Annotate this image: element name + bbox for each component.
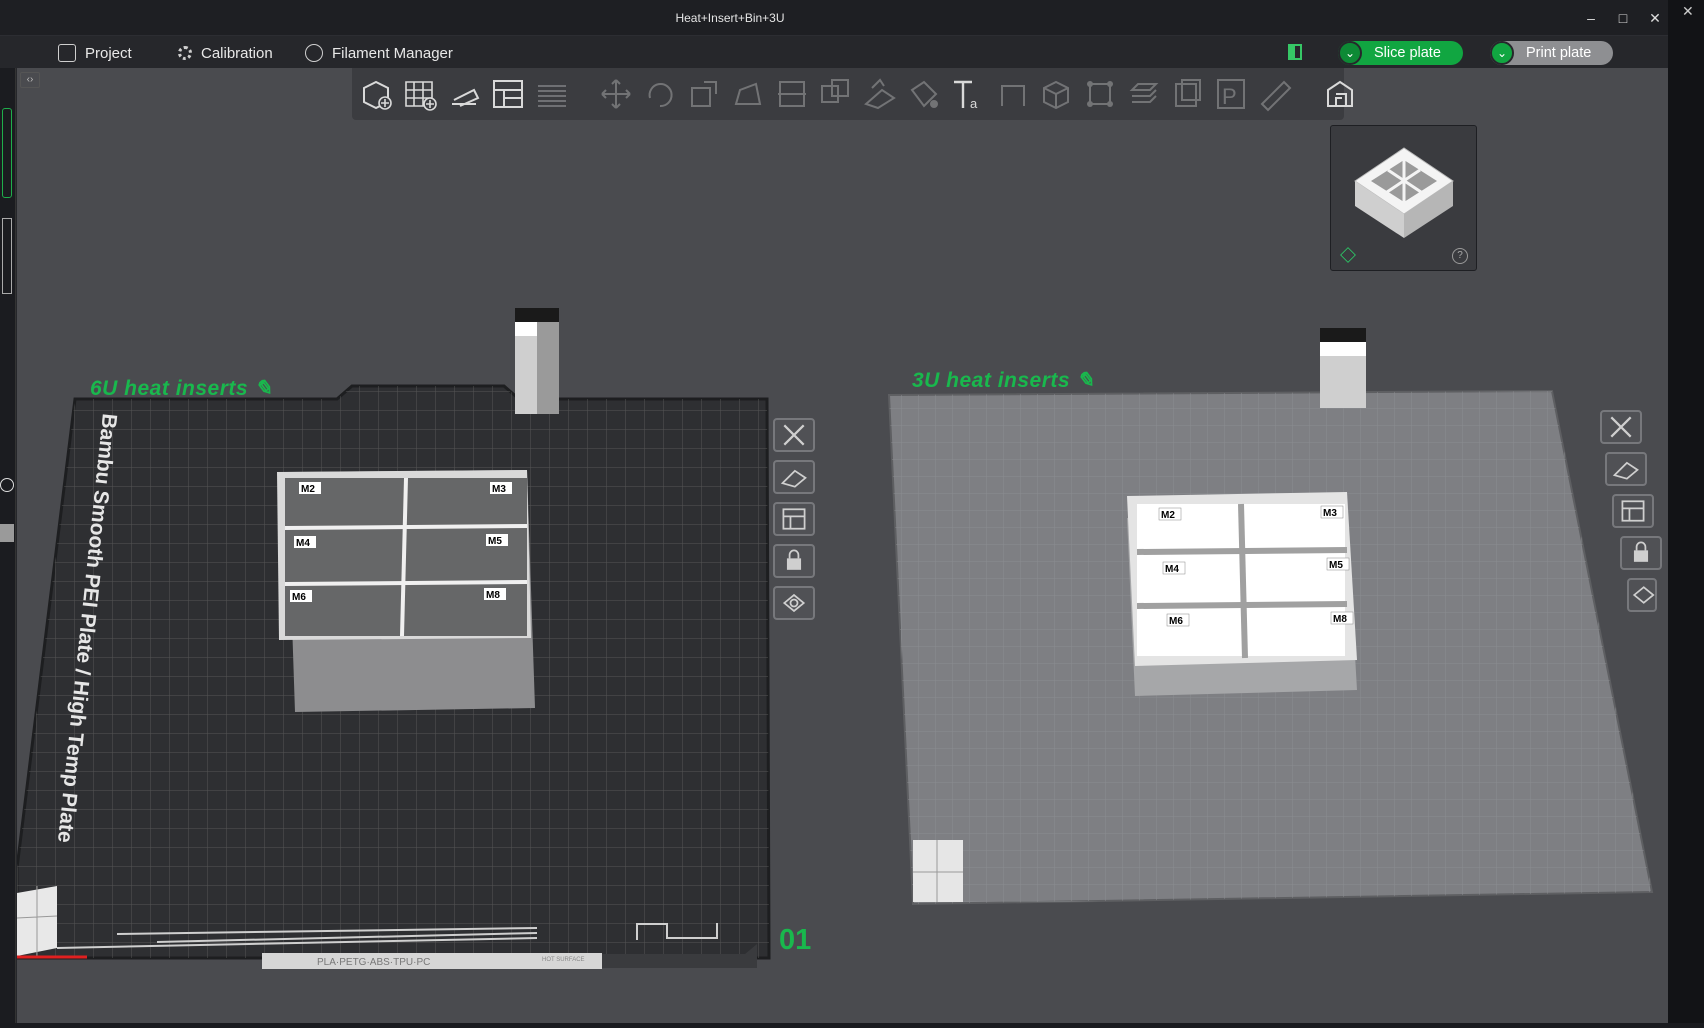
add-object-icon[interactable] (358, 76, 394, 112)
boolean-icon[interactable] (818, 76, 854, 112)
plate-2-title-text: 3U heat inserts (912, 369, 1071, 392)
close-icon[interactable]: ✕ (1644, 8, 1666, 28)
text-icon[interactable]: a (950, 76, 986, 112)
bin-label: M8 (486, 590, 500, 601)
maximize-icon[interactable]: □ (1612, 8, 1634, 28)
bin-3u[interactable]: M2 M3 M4 M5 M6 M8 (1127, 492, 1357, 696)
menu-project[interactable]: Project (58, 42, 132, 64)
menu-filament-manager[interactable]: Filament Manager (305, 42, 453, 64)
bin-label: M3 (1323, 508, 1337, 519)
menu-calibration-label: Calibration (201, 44, 273, 62)
camera-view-preview[interactable]: ? (1330, 125, 1477, 271)
bin-label: M5 (1329, 560, 1343, 571)
split-icon[interactable] (534, 76, 570, 112)
bed-footer-label: PLA·PETG·ABS·TPU·PC (317, 957, 430, 968)
svg-text:a: a (970, 96, 978, 111)
slice-plate-button[interactable]: ⌄ Slice plate (1338, 41, 1463, 65)
collapse-sidebar-icon[interactable]: ‹› (20, 72, 40, 88)
bin-label: M4 (1165, 564, 1179, 575)
bin-label: M2 (1161, 510, 1175, 521)
rotate-icon[interactable] (642, 76, 678, 112)
bin-label: M2 (301, 484, 315, 495)
scale-icon[interactable] (686, 76, 722, 112)
print-plate-button[interactable]: ⌄ Print plate (1490, 41, 1614, 65)
menu-calibration[interactable]: Calibration (178, 42, 273, 64)
delete-plate-icon[interactable] (1600, 410, 1642, 444)
bin-6u[interactable]: M2 M3 M4 M5 M6 M8 (277, 470, 535, 712)
measure-icon[interactable] (994, 76, 1030, 112)
add-plate-icon[interactable] (402, 76, 438, 112)
auto-orient-icon[interactable] (773, 460, 815, 494)
bin-label: M5 (488, 536, 502, 547)
bin-label: M6 (1169, 616, 1183, 627)
arrange-icon[interactable] (1612, 494, 1654, 528)
delete-plate-icon[interactable] (773, 418, 815, 452)
lay-on-face-icon[interactable] (730, 76, 766, 112)
print-plate-label: Print plate (1526, 45, 1592, 61)
assemble-icon[interactable] (1038, 76, 1074, 112)
layout-toggle-icon[interactable] (1288, 44, 1302, 60)
preview-icon[interactable] (1322, 76, 1358, 112)
minimize-icon[interactable]: – (1580, 8, 1602, 28)
app-window: Heat+Insert+Bin+3U – □ ✕ Project Calibra… (0, 0, 1704, 1023)
filament-icon (305, 44, 323, 62)
sidebar-tab[interactable] (2, 218, 12, 294)
bin-label: M6 (292, 592, 306, 603)
bin-label: M4 (296, 538, 310, 549)
sidebar-tab[interactable] (2, 108, 12, 198)
help-icon[interactable]: ? (1452, 248, 1468, 264)
bin-label: M8 (1333, 614, 1347, 625)
bed-hot-label: HOT SURFACE (542, 957, 585, 963)
plate-1-title-text: 6U heat inserts (90, 377, 249, 400)
plate-1-title[interactable]: 6U heat inserts ✎ (90, 376, 273, 401)
edit-icon[interactable]: ✎ (1076, 369, 1094, 392)
lock-icon[interactable] (773, 544, 815, 578)
chevron-down-icon[interactable]: ⌄ (1490, 41, 1514, 65)
svg-text:P: P (1222, 84, 1237, 109)
slice-plate-label: Slice plate (1374, 45, 1441, 61)
window-title: Heat+Insert+Bin+3U (675, 11, 785, 25)
project-icon (58, 44, 76, 62)
sidebar-marker-icon[interactable] (0, 478, 14, 492)
background-window-edge: ✕ (1668, 0, 1704, 1023)
seam-paint-icon[interactable] (906, 76, 942, 112)
sidebar-collapsed (0, 68, 16, 1023)
settings-icon[interactable] (1627, 578, 1657, 612)
title-bar: Heat+Insert+Bin+3U – □ ✕ (0, 0, 1668, 36)
bounding-box-icon[interactable] (1082, 76, 1118, 112)
move-icon[interactable] (598, 76, 634, 112)
arrange-icon[interactable] (773, 502, 815, 536)
settings-icon[interactable] (773, 586, 815, 620)
layers-icon[interactable] (1126, 76, 1162, 112)
auto-orient-icon[interactable] (446, 76, 482, 112)
ruler-icon[interactable] (1258, 76, 1294, 112)
support-paint-icon[interactable] (862, 76, 898, 112)
variable-height-icon[interactable] (1170, 76, 1206, 112)
sidebar-scroll-thumb[interactable] (0, 524, 14, 542)
chevron-down-icon[interactable]: ⌄ (1338, 41, 1362, 65)
close-icon[interactable]: ✕ (1682, 3, 1694, 20)
plate-number: 01 (779, 924, 812, 956)
plate-2-title[interactable]: 3U heat inserts ✎ (912, 368, 1095, 393)
cut-icon[interactable] (774, 76, 810, 112)
menu-project-label: Project (85, 44, 132, 62)
lock-icon[interactable] (1620, 536, 1662, 570)
edit-icon[interactable]: ✎ (254, 377, 272, 400)
auto-orient-icon[interactable] (1605, 452, 1647, 486)
paint-icon[interactable]: P (1214, 76, 1250, 112)
menu-filament-label: Filament Manager (332, 44, 453, 62)
main-toolbar: a P (352, 68, 1353, 120)
bin-label: M3 (492, 484, 506, 495)
calibration-icon (178, 46, 192, 60)
arrange-icon[interactable] (490, 76, 526, 112)
